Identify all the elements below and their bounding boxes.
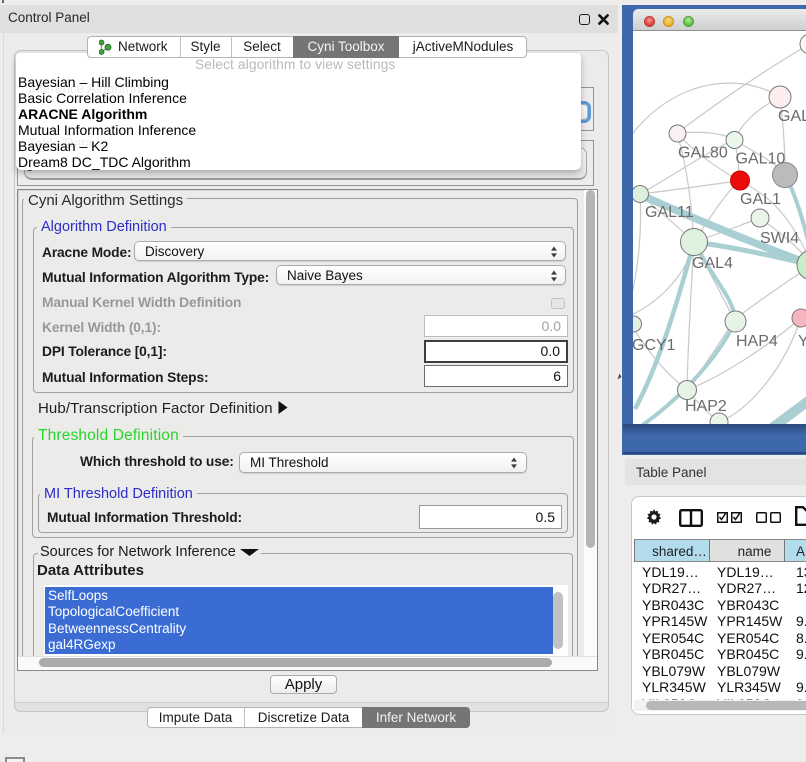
svg-text:HAP4: HAP4: [736, 333, 778, 350]
svg-text:GAL1: GAL1: [740, 191, 781, 208]
svg-text:GAL11: GAL11: [645, 204, 694, 221]
svg-text:GAL: GAL: [778, 108, 806, 125]
svg-text:GAL10: GAL10: [736, 151, 786, 168]
svg-text:GCY1: GCY1: [633, 337, 676, 354]
svg-text:GAL4: GAL4: [692, 255, 733, 272]
svg-text:Y: Y: [798, 333, 806, 350]
svg-text:GAL80: GAL80: [678, 145, 728, 162]
svg-text:HAP2: HAP2: [685, 398, 727, 415]
svg-text:SWI4: SWI4: [760, 230, 799, 247]
